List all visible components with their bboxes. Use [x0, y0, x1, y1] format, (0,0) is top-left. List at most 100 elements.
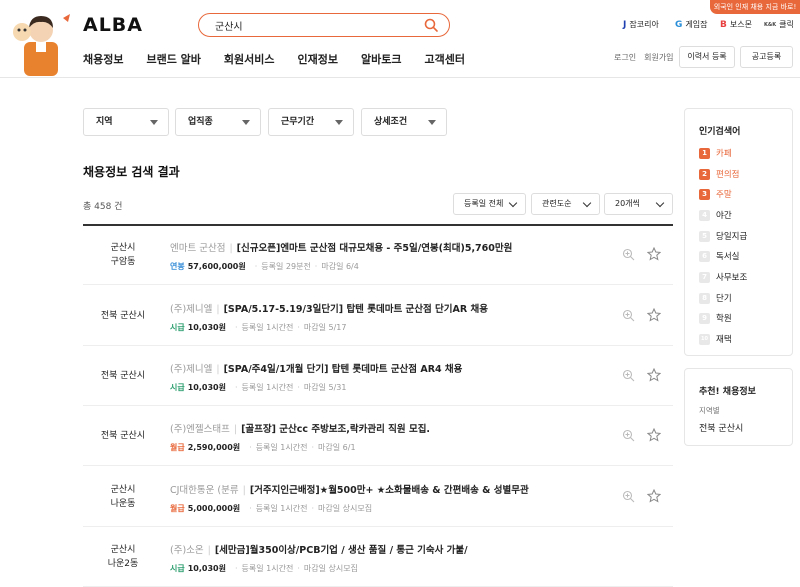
company-name[interactable]: 엔마트 군산점: [170, 243, 225, 254]
filter-label: 지역: [96, 117, 113, 127]
keyword-item[interactable]: 10 재택: [699, 333, 732, 345]
job-row[interactable]: 전북 군산시 (주)엔젤스태프 | [골프장] 군산cc 주방보조,락카관리 직원 …: [83, 406, 673, 466]
company-name[interactable]: (주)소온: [170, 545, 204, 556]
meta-dot: ·: [249, 504, 252, 513]
nav-item-member[interactable]: 회원서비스: [224, 51, 275, 67]
partner-bossmon[interactable]: B 보스몬: [720, 19, 752, 30]
partner-jobkorea[interactable]: J 잡코리아: [623, 19, 659, 30]
meta-dot: ·: [234, 383, 238, 392]
job-header: (주)소온 | [세만금]월350이상/PCB기업 / 생산 품질 / 통근 기숙사…: [170, 542, 468, 556]
keyword-item[interactable]: 5 당일지급: [699, 230, 747, 242]
recommended-region-link[interactable]: 전북 군산시: [699, 421, 743, 434]
signup-link[interactable]: 회원가입: [644, 52, 673, 63]
zoom-icon[interactable]: [622, 429, 635, 442]
login-link[interactable]: 로그인: [614, 52, 636, 63]
rank-badge: 5: [699, 230, 710, 242]
location-line: 구암동: [110, 257, 136, 267]
job-location: 군산시 나운동: [83, 483, 163, 511]
nav-item-talent[interactable]: 인재정보: [298, 51, 338, 67]
keyword-item[interactable]: 2 편의점: [699, 168, 739, 180]
job-location: 전북 군산시: [83, 369, 163, 383]
job-title[interactable]: [거주지인근배정]★월500만+ ★소화물배송 & 간편배송 & 성별무관: [250, 485, 529, 496]
company-name[interactable]: (주)제니엘: [170, 364, 212, 375]
keyword-item[interactable]: 8 단기: [699, 292, 732, 304]
company-name[interactable]: (주)엔젤스태프: [170, 424, 230, 435]
popular-keywords-panel: 인기검색어 1 카페 2 편의점 3 주말 4 야간 5 당일지급 6 독서실 7 사무보조 …: [684, 108, 793, 356]
caret-down-icon: [242, 120, 250, 125]
job-header: (주)제니엘 | [SPA/주4일/1개월 단기] 탑텐 롯데마트 군산점 AR4 …: [170, 361, 462, 375]
nav-item-jobs[interactable]: 채용정보: [83, 51, 123, 67]
filter-region[interactable]: 지역: [83, 108, 169, 136]
job-meta: 월급 5,000,000원 · 등록일 1시간전 · 마감일 상시모집: [170, 503, 372, 514]
job-title[interactable]: [세만금]월350이상/PCB기업 / 생산 품질 / 통근 기숙사 가불/: [215, 545, 468, 556]
partner-click[interactable]: K&K 클릭: [764, 19, 794, 30]
separator: |: [207, 545, 211, 556]
job-title[interactable]: [SPA/주4일/1개월 단기] 탑텐 롯데마트 군산점 AR4 채용: [224, 364, 463, 375]
job-location: 전북 군산시: [83, 309, 163, 323]
zoom-icon[interactable]: [622, 248, 635, 261]
zoom-icon[interactable]: [622, 309, 635, 322]
search-input[interactable]: [215, 17, 415, 33]
registered-time: 등록일 1시간전: [241, 383, 294, 392]
bossmon-icon: B: [720, 19, 727, 30]
star-icon[interactable]: [647, 308, 661, 322]
job-row[interactable]: 군산시 나운2동 (주)소온 | [세만금]월350이상/PCB기업 / 생산 품질…: [83, 527, 673, 587]
select-label: 관련도순: [542, 199, 572, 208]
location-line: 군산시: [110, 243, 136, 253]
resume-register-button[interactable]: 이력서 등록: [679, 46, 735, 68]
job-row[interactable]: 전북 군산시 (주)제니엘 | [SPA/5.17-5.19/3일단기] 탑텐 롯데…: [83, 286, 673, 346]
star-icon[interactable]: [647, 428, 661, 442]
star-icon[interactable]: [647, 489, 661, 503]
rank-badge: 2: [699, 168, 710, 180]
recommended-subtitle: 지역별: [699, 406, 720, 415]
select-label: 등록일 전체: [464, 199, 504, 208]
nav-item-talk[interactable]: 알바토크: [361, 51, 401, 67]
filter-category[interactable]: 업직종: [175, 108, 261, 136]
job-title[interactable]: [신규오픈]엔마트 군산점 대규모채용 - 주5일/연봉(최대)5,760만원: [237, 243, 513, 254]
rank-badge: 10: [699, 333, 710, 345]
filter-label: 근무기간: [281, 117, 315, 127]
partner-label: 클릭: [779, 20, 794, 29]
pay-type: 시급: [170, 383, 185, 392]
nav-item-brand[interactable]: 브랜드 알바: [146, 51, 200, 67]
job-row[interactable]: 전북 군산시 (주)제니엘 | [SPA/주4일/1개월 단기] 탑텐 롯데마트 군…: [83, 346, 673, 406]
popular-keywords-title: 인기검색어: [699, 127, 741, 137]
post-job-button[interactable]: 공고등록: [740, 46, 793, 68]
keyword-label: 편의점: [716, 170, 740, 180]
separator: |: [216, 304, 220, 315]
keyword-label: 주말: [716, 190, 732, 200]
filter-label: 상세조건: [374, 117, 408, 127]
zoom-icon[interactable]: [622, 369, 635, 382]
nav-item-support[interactable]: 고객센터: [425, 51, 465, 67]
meta-dot: ·: [297, 383, 300, 392]
keyword-label: 당일지급: [716, 232, 748, 242]
pay-amount: 2,590,000원: [187, 443, 241, 452]
star-icon[interactable]: [647, 368, 661, 382]
registered-time: 등록일 1시간전: [255, 443, 308, 452]
keyword-item[interactable]: 9 학원: [699, 312, 732, 324]
company-name[interactable]: (주)제니엘: [170, 304, 212, 315]
job-title[interactable]: [골프장] 군산cc 주방보조,락카관리 직원 모집.: [241, 424, 430, 435]
job-row[interactable]: 군산시 나운동 CJ대한통운 (분류 | [거주지인근배정]★월500만+ ★소화물…: [83, 467, 673, 527]
sort-date-select[interactable]: 등록일 전체: [453, 193, 526, 215]
partner-gamejob[interactable]: G 게임잡: [675, 19, 707, 30]
pay-amount: 5,000,000원: [187, 504, 241, 513]
job-title[interactable]: [SPA/5.17-5.19/3일단기] 탑텐 롯데마트 군산점 단기AR 채용: [224, 304, 488, 315]
search-icon[interactable]: [423, 17, 439, 33]
zoom-icon[interactable]: [622, 490, 635, 503]
keyword-item[interactable]: 4 야간: [699, 209, 732, 221]
meta-dot: ·: [297, 323, 300, 332]
job-row[interactable]: 군산시 구암동 엔마트 군산점 | [신규오픈]엔마트 군산점 대규모채용 - 주5…: [83, 225, 673, 285]
keyword-item[interactable]: 7 사무보조: [699, 271, 747, 283]
filter-detail[interactable]: 상세조건: [361, 108, 447, 136]
keyword-item[interactable]: 3 주말: [699, 188, 732, 200]
company-name[interactable]: CJ대한통운 (분류: [170, 485, 239, 496]
promo-banner[interactable]: 외국인 인재 채용 지금 바로!: [710, 0, 800, 14]
star-icon[interactable]: [647, 247, 661, 261]
keyword-item[interactable]: 1 카페: [699, 147, 732, 159]
sort-order-select[interactable]: 관련도순: [531, 193, 600, 215]
filter-period[interactable]: 근무기간: [268, 108, 354, 136]
keyword-item[interactable]: 6 독서실: [699, 250, 739, 262]
page-size-select[interactable]: 20개씩: [604, 193, 673, 215]
logo[interactable]: ALBA: [83, 14, 143, 36]
